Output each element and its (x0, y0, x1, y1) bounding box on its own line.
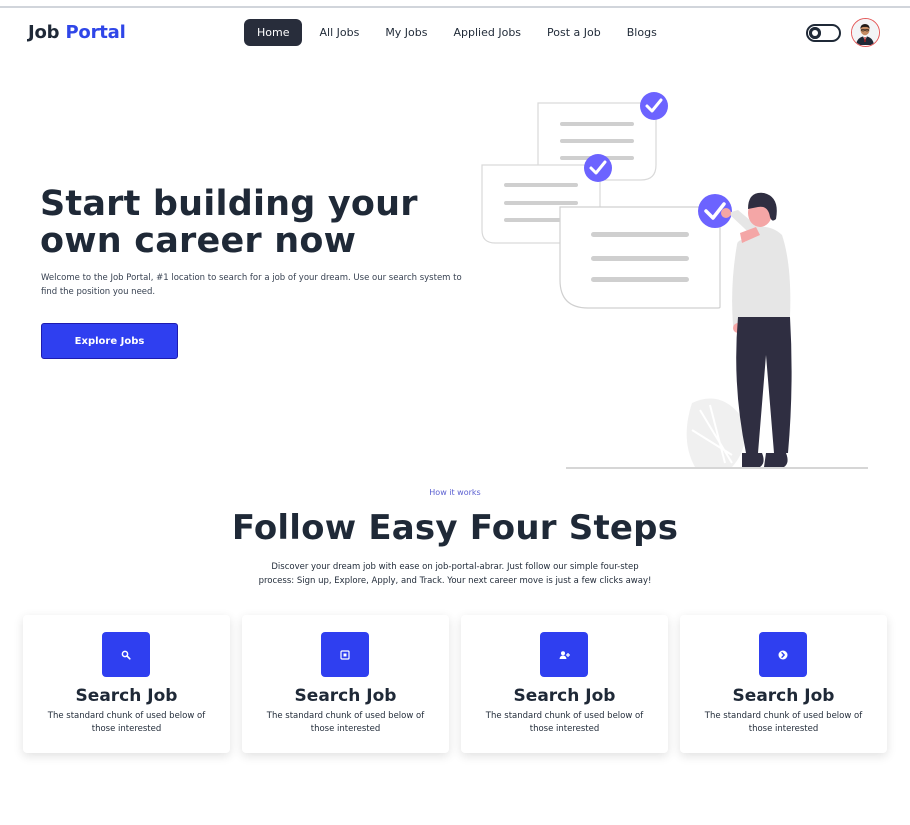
brand-text-main: Job (28, 22, 60, 43)
step-card-title: Search Job (732, 686, 835, 706)
step-card: Search Job The standard chunk of used be… (23, 615, 230, 753)
user-avatar[interactable] (851, 18, 880, 47)
hero-title: Start building your own career now (40, 184, 418, 261)
main-nav: Home All Jobs My Jobs Applied Jobs Post … (244, 19, 670, 46)
arrow-circle-icon (778, 650, 788, 659)
hero-illustration (470, 85, 880, 475)
avatar-image (852, 19, 878, 45)
section-description: Discover your dream job with ease on job… (258, 562, 652, 586)
brand-text-accent: Portal (65, 22, 126, 43)
explore-jobs-button[interactable]: Explore Jobs (41, 323, 178, 359)
toggle-knob (809, 27, 821, 39)
nav-item-blogs[interactable]: Blogs (614, 19, 670, 46)
step-icon-box (540, 632, 588, 677)
nav-item-applied-jobs[interactable]: Applied Jobs (441, 19, 535, 46)
calendar-icon (340, 649, 350, 660)
step-icon-box (321, 632, 369, 677)
step-card: Search Job The standard chunk of used be… (242, 615, 449, 753)
hero-description: Welcome to the Job Portal, #1 location t… (41, 273, 462, 297)
add-user-icon (559, 650, 570, 659)
step-card-text: The standard chunk of used below of thos… (704, 711, 863, 734)
theme-toggle[interactable] (806, 24, 841, 42)
nav-item-all-jobs[interactable]: All Jobs (306, 19, 372, 46)
step-card: Search Job The standard chunk of used be… (461, 615, 668, 753)
top-divider (0, 6, 910, 8)
brand-logo[interactable]: Job Portal (28, 22, 126, 43)
step-card-title: Search Job (294, 686, 397, 706)
step-card-text: The standard chunk of used below of thos… (266, 711, 425, 734)
step-card-title: Search Job (75, 686, 178, 706)
step-card: Search Job The standard chunk of used be… (680, 615, 887, 753)
section-eyebrow: How it works (429, 488, 481, 497)
step-icon-box (102, 632, 150, 677)
step-card-text: The standard chunk of used below of thos… (485, 711, 644, 734)
step-icon-box (759, 632, 807, 677)
nav-item-home[interactable]: Home (244, 19, 303, 46)
section-title: Follow Easy Four Steps (231, 508, 679, 548)
step-card-text: The standard chunk of used below of thos… (47, 711, 206, 734)
nav-item-post-a-job[interactable]: Post a Job (534, 19, 614, 46)
search-icon (121, 650, 131, 660)
step-card-title: Search Job (513, 686, 616, 706)
nav-item-my-jobs[interactable]: My Jobs (372, 19, 440, 46)
